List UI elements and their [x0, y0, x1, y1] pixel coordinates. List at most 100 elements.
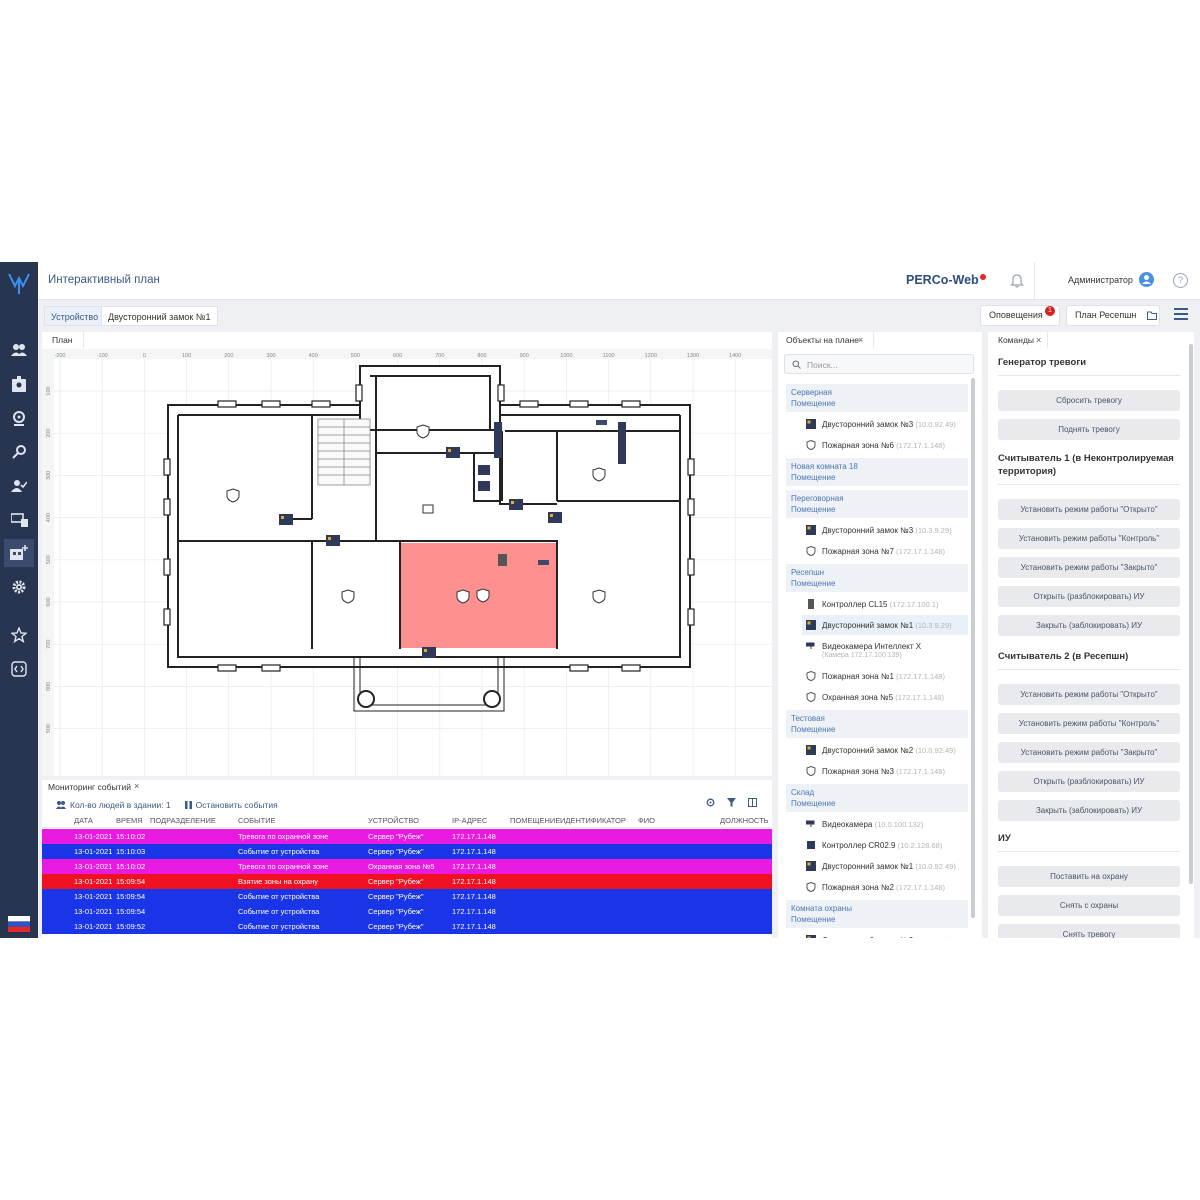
command-button[interactable]: Снять с охраны [998, 895, 1180, 916]
object-item[interactable]: Двусторонний замок №1 (10.0.92.49) [802, 856, 968, 876]
objects-panel: Объекты на плане × Поиск... Серверная Пом… [778, 332, 982, 938]
commands-scrollbar[interactable] [1189, 344, 1193, 884]
command-button[interactable]: Установить режим работы "Закрыто" [998, 557, 1180, 578]
command-button[interactable]: Открыть (разблокировать) ИУ [998, 771, 1180, 792]
object-group[interactable]: Склад Помещение [786, 784, 968, 812]
object-item[interactable]: Пожарная зона №1 (172.17.1.148) [802, 666, 968, 686]
settings-icon[interactable] [706, 798, 715, 807]
command-button[interactable]: Установить режим работы "Открыто" [998, 684, 1180, 705]
hamburger-menu-icon[interactable] [1174, 308, 1188, 320]
objects-search-input[interactable]: Поиск... [784, 354, 974, 374]
shield-icon [806, 546, 816, 556]
command-button[interactable]: Открыть (разблокировать) ИУ [998, 586, 1180, 607]
table-row[interactable]: 13-01-2021 15:09:52 Событие от устройства С… [42, 919, 772, 934]
column-header[interactable]: ВРЕМЯ [116, 816, 143, 825]
filter-icon[interactable] [727, 798, 736, 807]
object-item[interactable]: Охранная зона №5 (172.17.1.148) [802, 687, 968, 707]
command-button[interactable]: Поставить на охрану [998, 866, 1180, 887]
object-item[interactable]: Видеокамера (10.0.100.132) [802, 814, 968, 834]
object-item[interactable]: Двусторонний замок №1 (10.3.9.29) [802, 615, 968, 635]
cell-time: 15:10:02 [116, 862, 146, 871]
object-item[interactable]: Контроллер CR02.9 (10.2.128.68) [802, 835, 968, 855]
object-item[interactable]: Контроллер CL15 (172.17.100.1) [802, 594, 968, 614]
object-item[interactable]: Пожарная зона №2 (172.17.1.148) [802, 877, 968, 897]
object-item[interactable]: Видеокамера Интеллект X (Камера 172.17.1… [802, 636, 968, 665]
column-header[interactable]: ПОДРАЗДЕЛЕНИЕ [150, 816, 216, 825]
close-icon[interactable]: × [134, 781, 139, 791]
cell-device: Сервер "Рубеж" [368, 877, 424, 886]
command-button[interactable]: Закрыть (заблокировать) ИУ [998, 800, 1180, 821]
column-header[interactable]: ПОМЕЩЕНИЕ [510, 816, 560, 825]
table-row[interactable]: 13-01-2021 15:09:54 Взятие зоны на охрану С… [42, 874, 772, 889]
plan-icon[interactable] [4, 539, 34, 567]
table-row[interactable]: 13-01-2021 15:10:02 Тревога по охранной зо… [42, 829, 772, 844]
object-name: Пожарная зона №1 [822, 672, 894, 681]
command-button[interactable]: Установить режим работы "Закрыто" [998, 742, 1180, 763]
objects-scrollbar[interactable] [971, 378, 975, 918]
object-group[interactable]: Новая комната 18 Помещение [786, 458, 968, 486]
badge-icon[interactable] [4, 370, 34, 398]
shield-icon [806, 692, 816, 702]
tab-device[interactable]: Устройство [44, 306, 105, 326]
users-icon[interactable] [4, 336, 34, 364]
columns-icon[interactable] [748, 798, 757, 807]
events-table-header: ДАТА ВРЕМЯ ПОДРАЗДЕЛЕНИЕ СОБЫТИЕ УСТРОЙСТВО I… [42, 814, 772, 828]
section-divider [998, 669, 1180, 670]
column-header[interactable]: СОБЫТИЕ [238, 816, 276, 825]
tab-objects[interactable]: Объекты на плане × [778, 332, 874, 348]
table-row[interactable]: 13-01-2021 15:09:54 Событие от устройства С… [42, 889, 772, 904]
tab-lock[interactable]: Двусторонний замок №1 [101, 306, 218, 326]
key-icon[interactable] [4, 438, 34, 466]
object-item[interactable]: Пожарная зона №7 (172.17.1.148) [802, 541, 968, 561]
object-item[interactable]: Двусторонний замок №2 (10.0.92.49) [802, 740, 968, 760]
object-item[interactable]: Пожарная зона №3 (172.17.1.148) [802, 761, 968, 781]
lock-icon [806, 525, 816, 535]
floor-plan[interactable]: -200 -100 0 100 200 300 400 500 600 700 800 900 1000… [42, 349, 772, 776]
table-row[interactable]: 13-01-2021 15:10:02 Тревога по охранной зо… [42, 859, 772, 874]
command-button[interactable]: Закрыть (заблокировать) ИУ [998, 615, 1180, 636]
object-group[interactable]: Серверная Помещение [786, 384, 968, 412]
object-group[interactable]: Комната охраны Помещение [786, 900, 968, 928]
plan-select-button[interactable]: План Ресепшн [1066, 305, 1160, 326]
object-group[interactable]: Ресепшн Помещение [786, 564, 968, 592]
object-group[interactable]: Тестовая Помещение [786, 710, 968, 738]
object-item[interactable]: Пожарная зона №6 (172.17.1.148) [802, 435, 968, 455]
gear-icon[interactable] [4, 573, 34, 601]
user-name[interactable]: Администратор [1068, 275, 1133, 285]
command-button[interactable]: Установить режим работы "Контроль" [998, 713, 1180, 734]
command-button[interactable]: Снять тревогу [998, 924, 1180, 938]
command-button[interactable]: Поднять тревогу [998, 419, 1180, 440]
devices-icon[interactable] [4, 506, 34, 534]
code-icon[interactable] [4, 655, 34, 683]
command-button[interactable]: Установить режим работы "Контроль" [998, 528, 1180, 549]
user-check-icon[interactable] [4, 472, 34, 500]
location-icon[interactable] [4, 404, 34, 432]
column-header[interactable]: ИДЕНТИФИКАТОР [560, 816, 626, 825]
table-row[interactable]: 13-01-2021 15:10:03 Событие от устройства С… [42, 844, 772, 859]
stop-events-button[interactable]: Остановить события [184, 800, 278, 810]
command-button[interactable]: Установить режим работы "Открыто" [998, 499, 1180, 520]
object-group[interactable]: Переговорная Помещение [786, 490, 968, 518]
command-section-title: ИУ [998, 833, 1011, 844]
close-icon[interactable]: × [858, 332, 863, 348]
table-row[interactable]: 13-01-2021 15:09:54 Событие от устройства С… [42, 904, 772, 919]
avatar[interactable] [1139, 272, 1154, 287]
language-flag-icon[interactable] [8, 916, 30, 932]
command-button[interactable]: Сбросить тревогу [998, 390, 1180, 411]
object-item[interactable]: Двусторонний замок №3 (10.0.92.49) [802, 414, 968, 434]
star-icon[interactable] [4, 621, 34, 649]
help-icon[interactable]: ? [1173, 273, 1188, 288]
column-header[interactable]: УСТРОЙСТВО [368, 816, 419, 825]
column-header[interactable]: ДОЛЖНОСТЬ [720, 816, 769, 825]
bell-icon[interactable] [1010, 273, 1024, 288]
close-icon[interactable]: × [1036, 332, 1041, 348]
tab-events-monitor[interactable]: Мониторинг событий [48, 782, 131, 792]
object-item[interactable]: Двусторонний замок №2 (10.3.9.29) [802, 930, 968, 938]
tab-commands[interactable]: Команды × [988, 332, 1048, 348]
column-header[interactable]: ДАТА [74, 816, 93, 825]
column-header[interactable]: ФИО [638, 816, 655, 825]
group-name: Ресепшн [791, 568, 825, 577]
tab-plan[interactable]: План [42, 332, 84, 348]
column-header[interactable]: IP-АДРЕС [452, 816, 487, 825]
object-item[interactable]: Двусторонний замок №3 (10.3.9.29) [802, 520, 968, 540]
